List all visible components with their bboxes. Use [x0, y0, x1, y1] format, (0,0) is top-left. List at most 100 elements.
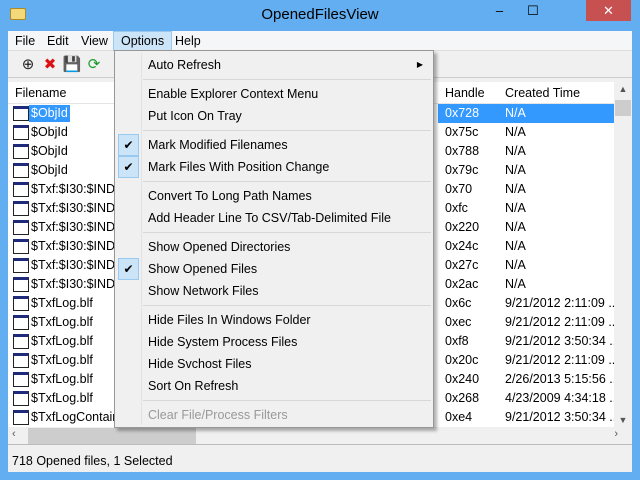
cell-filename: $ObjId [29, 105, 70, 122]
cell-filename: $TxfLog.blf [31, 391, 93, 405]
cell-handle: 0x79c [445, 163, 479, 177]
cell-handle: 0x24c [445, 239, 479, 253]
menu-item-sort-on-refresh[interactable]: Sort On Refresh [115, 375, 433, 397]
menu-help[interactable]: Help [168, 31, 208, 51]
file-icon [13, 391, 29, 406]
menu-item-label: Hide System Process Files [148, 335, 298, 349]
menu-item-auto-refresh[interactable]: Auto Refresh ▶ [115, 54, 433, 76]
menu-item-label: Show Opened Files [148, 262, 258, 276]
cell-handle: 0x240 [445, 372, 480, 386]
file-icon [13, 334, 29, 349]
menu-item-hide-files-in-windows-folder[interactable]: Hide Files In Windows Folder [115, 309, 433, 331]
cell-filename: $Txf:$I30:$INDE [31, 182, 124, 196]
cell-created-time: N/A [505, 220, 526, 234]
menu-item-enable-explorer-context-menu[interactable]: Enable Explorer Context Menu [115, 83, 433, 105]
menu-item-add-header-line-to-csv-tab-delimited-file[interactable]: Add Header Line To CSV/Tab-Delimited Fil… [115, 207, 433, 229]
menu-edit[interactable]: Edit [40, 31, 76, 51]
file-icon [13, 201, 29, 216]
menu-view[interactable]: View [74, 31, 115, 51]
file-icon [13, 182, 29, 197]
cell-created-time: N/A [505, 239, 526, 253]
file-icon [13, 410, 29, 425]
menu-file[interactable]: File [8, 31, 42, 51]
menu-item-mark-modified-filenames[interactable]: ✔ Mark Modified Filenames [115, 134, 433, 156]
menu-item-show-network-files[interactable]: Show Network Files [115, 280, 433, 302]
cell-handle: 0x268 [445, 391, 480, 405]
cell-created-time: N/A [505, 258, 526, 272]
submenu-arrow-icon: ▶ [416, 60, 423, 69]
file-icon [13, 296, 29, 311]
cell-handle: 0xf8 [445, 334, 469, 348]
cell-filename: $ObjId [31, 125, 68, 139]
menu-item-label: Put Icon On Tray [148, 109, 242, 123]
file-icon [13, 125, 29, 140]
column-filename[interactable]: Filename [15, 86, 66, 100]
menu-item-label: Auto Refresh [148, 58, 221, 72]
cell-handle: 0x6c [445, 296, 472, 310]
cell-handle: 0x70 [445, 182, 473, 196]
menu-separator [143, 79, 431, 80]
cell-handle: 0x75c [445, 125, 479, 139]
cell-filename: $TxfLog.blf [31, 334, 93, 348]
menu-item-mark-files-with-position-change[interactable]: ✔ Mark Files With Position Change [115, 156, 433, 178]
menu-item-clear-file-process-filters: Clear File/Process Filters [115, 404, 433, 426]
cell-handle: 0xe4 [445, 410, 473, 424]
file-icon [13, 163, 29, 178]
close-button[interactable]: ✕ [586, 0, 631, 21]
cell-filename: $Txf:$I30:$INDE [31, 220, 124, 234]
cell-created-time: N/A [505, 125, 526, 139]
cell-created-time: 9/21/2012 2:11:09 ... [505, 296, 614, 310]
menu-item-label: Enable Explorer Context Menu [148, 87, 319, 101]
menu-item-label: Hide Svchost Files [148, 357, 252, 371]
cell-filename: $TxfLog.blf [31, 353, 93, 367]
close-handle-icon[interactable]: ✖ [40, 55, 60, 75]
cell-created-time: N/A [505, 182, 526, 196]
horizontal-scrollbar[interactable]: ‹ › [8, 427, 632, 445]
column-created-time[interactable]: Created Time [505, 86, 580, 100]
menu-separator [143, 130, 431, 131]
menu-item-label: Clear File/Process Filters [148, 408, 288, 422]
cell-handle: 0x728 [445, 106, 480, 120]
cell-created-time: 9/21/2012 3:50:34 ... [505, 410, 614, 424]
cell-filename: $Txf:$I30:$INDE [31, 239, 124, 253]
file-icon [13, 258, 29, 273]
cell-created-time: N/A [505, 144, 526, 158]
vertical-scrollbar[interactable]: ▲ ▼ [614, 82, 632, 427]
menu-item-show-opened-directories[interactable]: Show Opened Directories [115, 236, 433, 258]
save-icon[interactable]: 💾 [62, 55, 82, 75]
cell-created-time: 9/21/2012 3:50:34 ... [505, 334, 614, 348]
menu-item-convert-to-long-path-names[interactable]: Convert To Long Path Names [115, 185, 433, 207]
cell-handle: 0xec [445, 315, 472, 329]
cell-created-time: N/A [505, 106, 526, 120]
menu-item-put-icon-on-tray[interactable]: Put Icon On Tray [115, 105, 433, 127]
options-menu: Auto Refresh ▶ Enable Explorer Context Men… [114, 50, 434, 428]
menu-options[interactable]: Options [113, 31, 173, 51]
menu-item-show-opened-files[interactable]: ✔ Show Opened Files [115, 258, 433, 280]
cell-filename: $Txf:$I30:$INDE [31, 258, 124, 272]
cell-filename: $TxfLog.blf [31, 296, 93, 310]
cell-created-time: 4/23/2009 4:34:18 ... [505, 391, 614, 405]
cell-created-time: 2/26/2013 5:15:56 ... [505, 372, 614, 386]
file-icon [13, 277, 29, 292]
refresh-icon[interactable]: ⟳ [84, 55, 104, 75]
cell-handle: 0x788 [445, 144, 480, 158]
menu-item-label: Sort On Refresh [148, 379, 239, 393]
file-icon [13, 106, 29, 121]
menu-separator [143, 305, 431, 306]
maximize-button[interactable]: ☐ [513, 0, 553, 21]
menu-item-hide-system-process-files[interactable]: Hide System Process Files [115, 331, 433, 353]
file-icon [13, 372, 29, 387]
menu-item-label: Show Opened Directories [148, 240, 291, 254]
menu-item-hide-svchost-files[interactable]: Hide Svchost Files [115, 353, 433, 375]
cell-created-time: N/A [505, 163, 526, 177]
cell-filename: $TxfLog.blf [31, 315, 93, 329]
column-handle[interactable]: Handle [445, 86, 485, 100]
file-icon [13, 220, 29, 235]
minimize-button[interactable]: – [486, 0, 513, 21]
cell-created-time: 9/21/2012 2:11:09 ... [505, 353, 614, 367]
properties-icon[interactable]: ⊕ [18, 55, 38, 75]
cell-filename: $ObjId [31, 144, 68, 158]
menu-item-label: Show Network Files [148, 284, 259, 298]
title-bar: OpenedFilesView – ☐ ✕ [0, 0, 640, 30]
status-bar: 718 Opened files, 1 Selected [12, 454, 173, 468]
